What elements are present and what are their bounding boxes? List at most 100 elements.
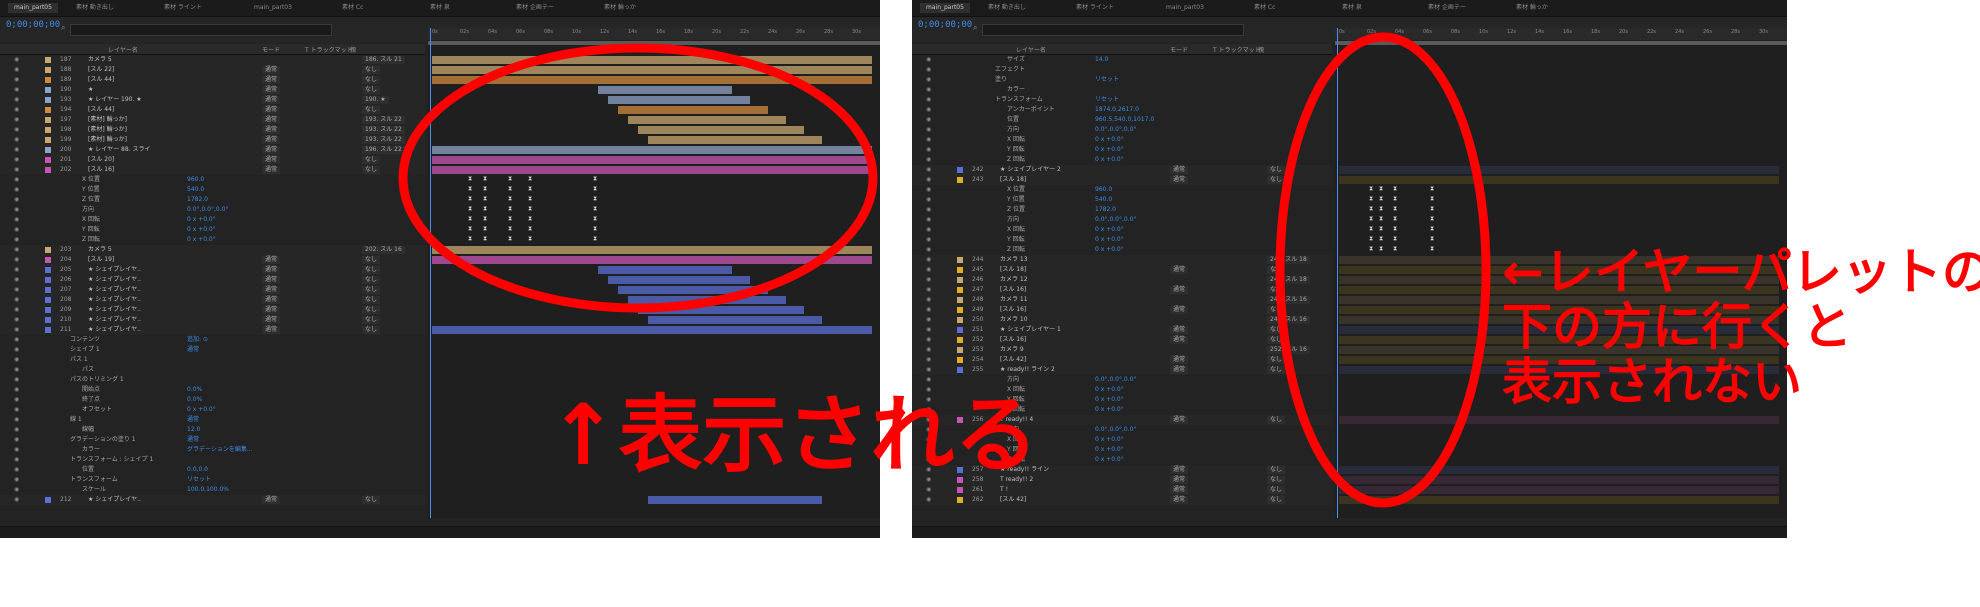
layer-name[interactable]: ★ シェイプレイヤ..: [88, 265, 141, 275]
layer-row[interactable]: ◉ 254 [スル 42] 通常 なし: [912, 355, 1332, 365]
mode-dropdown[interactable]: 通常: [262, 296, 281, 304]
parent-dropdown[interactable]: 245. スル 18: [1267, 276, 1310, 284]
property-row[interactable]: ◉ オフセット 0 x +0.0°: [0, 405, 425, 415]
keyframe-icon[interactable]: ⧗: [483, 225, 487, 233]
property-row[interactable]: ◉ パスのトリミング 1: [0, 375, 425, 385]
keyframe-icon[interactable]: ⧗: [1379, 225, 1383, 233]
label-color-swatch[interactable]: [45, 77, 51, 83]
keyframe-icon[interactable]: ⧗: [1379, 185, 1383, 193]
keyframe-icon[interactable]: ⧗: [593, 235, 597, 243]
label-color-swatch[interactable]: [957, 257, 963, 263]
property-value[interactable]: 0 x +0.0°: [1095, 435, 1124, 445]
property-value[interactable]: リセット: [1095, 95, 1119, 105]
property-name[interactable]: Y 回転: [82, 225, 100, 235]
label-color-swatch[interactable]: [957, 277, 963, 283]
label-color-swatch[interactable]: [45, 127, 51, 133]
parent-dropdown[interactable]: なし: [362, 66, 381, 74]
parent-dropdown[interactable]: なし: [362, 326, 381, 334]
property-row[interactable]: ◉ X 位置 960.0: [912, 185, 1332, 195]
parent-dropdown[interactable]: 193. スル 22: [362, 136, 405, 144]
label-color-swatch[interactable]: [957, 267, 963, 273]
property-name[interactable]: Y 回転: [1007, 235, 1025, 245]
keyframe-icon[interactable]: ⧗: [468, 195, 472, 203]
property-name[interactable]: X 回転: [1007, 225, 1025, 235]
keyframe-icon[interactable]: ⧗: [483, 235, 487, 243]
layer-row[interactable]: ◉ 200 ★ レイヤー 88. スライ 通常 196. スル 22: [0, 145, 425, 155]
layer-row[interactable]: ◉ 245 [スル 18] 通常 なし: [912, 265, 1332, 275]
keyframe-icon[interactable]: ⧗: [1430, 195, 1434, 203]
property-row[interactable]: ◉ パス 1: [0, 355, 425, 365]
label-color-swatch[interactable]: [957, 317, 963, 323]
layer-name[interactable]: ★ レイヤー 88. スライ: [88, 145, 150, 155]
layer-name[interactable]: カメラ 12: [1000, 275, 1028, 285]
layer-name[interactable]: [スル 42]: [1000, 355, 1026, 365]
property-row[interactable]: ◉ Z 回転 0 x +0.0°: [912, 155, 1332, 165]
layer-duration-bar[interactable]: [432, 56, 872, 64]
mode-dropdown[interactable]: 通常: [1170, 366, 1189, 374]
parent-dropdown[interactable]: なし: [1267, 286, 1286, 294]
keyframe-icon[interactable]: ⧗: [528, 195, 532, 203]
keyframe-icon[interactable]: ⧗: [1393, 235, 1397, 243]
layer-duration-bar[interactable]: [1339, 476, 1779, 484]
property-value[interactable]: 0 x +0.0°: [1095, 445, 1124, 455]
tab-3[interactable]: main_part03: [1160, 3, 1210, 13]
visibility-eye-icon[interactable]: ◉: [14, 455, 19, 465]
layer-duration-bar[interactable]: [648, 496, 822, 504]
visibility-eye-icon[interactable]: ◉: [14, 205, 19, 215]
visibility-eye-icon[interactable]: ◉: [926, 195, 931, 205]
layer-name[interactable]: ★ シェイプレイヤー 2: [1000, 165, 1061, 175]
keyframe-icon[interactable]: ⧗: [1369, 245, 1373, 253]
mode-dropdown[interactable]: 通常: [1170, 306, 1189, 314]
layer-duration-bar[interactable]: [1339, 166, 1779, 174]
layer-duration-bar[interactable]: [1339, 416, 1779, 424]
label-color-swatch[interactable]: [957, 297, 963, 303]
parent-dropdown[interactable]: なし: [1267, 466, 1286, 474]
visibility-eye-icon[interactable]: ◉: [14, 115, 19, 125]
visibility-eye-icon[interactable]: ◉: [14, 475, 19, 485]
visibility-eye-icon[interactable]: ◉: [926, 325, 931, 335]
mode-dropdown[interactable]: 通常: [262, 256, 281, 264]
keyframe-icon[interactable]: ⧗: [528, 225, 532, 233]
parent-dropdown[interactable]: なし: [1267, 166, 1286, 174]
property-value[interactable]: 0.0,0.0: [187, 465, 208, 475]
mode-dropdown[interactable]: 通常: [262, 146, 281, 154]
keyframe-icon[interactable]: ⧗: [1379, 205, 1383, 213]
search-input[interactable]: ⌕: [973, 23, 1244, 36]
label-color-swatch[interactable]: [45, 57, 51, 63]
visibility-eye-icon[interactable]: ◉: [14, 255, 19, 265]
layer-name[interactable]: [スル 16]: [88, 165, 114, 175]
keyframe-icon[interactable]: ⧗: [1393, 245, 1397, 253]
property-value[interactable]: 0 x +0.0°: [1095, 385, 1124, 395]
property-value[interactable]: 0 x +0.0°: [1095, 405, 1124, 415]
visibility-eye-icon[interactable]: ◉: [926, 315, 931, 325]
property-row[interactable]: ◉ カラー: [912, 85, 1332, 95]
label-color-swatch[interactable]: [45, 67, 51, 73]
visibility-eye-icon[interactable]: ◉: [926, 155, 931, 165]
property-row[interactable]: ◉ Y 回転 0 x +0.0°: [912, 145, 1332, 155]
layer-name[interactable]: ★ シェイプレイヤ..: [88, 305, 141, 315]
parent-dropdown[interactable]: 202. スル 16: [362, 246, 405, 254]
parent-dropdown[interactable]: なし: [1267, 306, 1286, 314]
property-row[interactable]: ◉ X 回転 0 x +0.0°: [912, 225, 1332, 235]
layer-name[interactable]: [スル 22]: [88, 65, 114, 75]
property-row[interactable]: ◉ 位置 0.0,0.0: [0, 465, 425, 475]
keyframe-icon[interactable]: ⧗: [508, 205, 512, 213]
property-row[interactable]: ◉ コンテンツ 追加: ⊙: [0, 335, 425, 345]
visibility-eye-icon[interactable]: ◉: [14, 465, 19, 475]
mode-dropdown[interactable]: 通常: [262, 306, 281, 314]
tab-7[interactable]: 素材 輪っか: [598, 3, 642, 13]
keyframe-icon[interactable]: ⧗: [593, 225, 597, 233]
keyframe-icon[interactable]: ⧗: [1369, 235, 1373, 243]
property-name[interactable]: 方向: [82, 205, 94, 215]
property-value[interactable]: 100.0,100.0%: [187, 485, 229, 495]
parent-dropdown[interactable]: 243. スル 18: [1267, 256, 1310, 264]
layer-row[interactable]: ◉ 202 [スル 16] 通常 なし: [0, 165, 425, 175]
layer-duration-bar[interactable]: [432, 256, 872, 264]
visibility-eye-icon[interactable]: ◉: [14, 375, 19, 385]
mode-dropdown[interactable]: 通常: [262, 156, 281, 164]
layer-name[interactable]: カメラ 11: [1000, 295, 1028, 305]
visibility-eye-icon[interactable]: ◉: [926, 175, 931, 185]
property-name[interactable]: 開始点: [82, 385, 100, 395]
tab-7[interactable]: 素材 輪っか: [1510, 3, 1554, 13]
property-name[interactable]: Y 位置: [1007, 195, 1025, 205]
